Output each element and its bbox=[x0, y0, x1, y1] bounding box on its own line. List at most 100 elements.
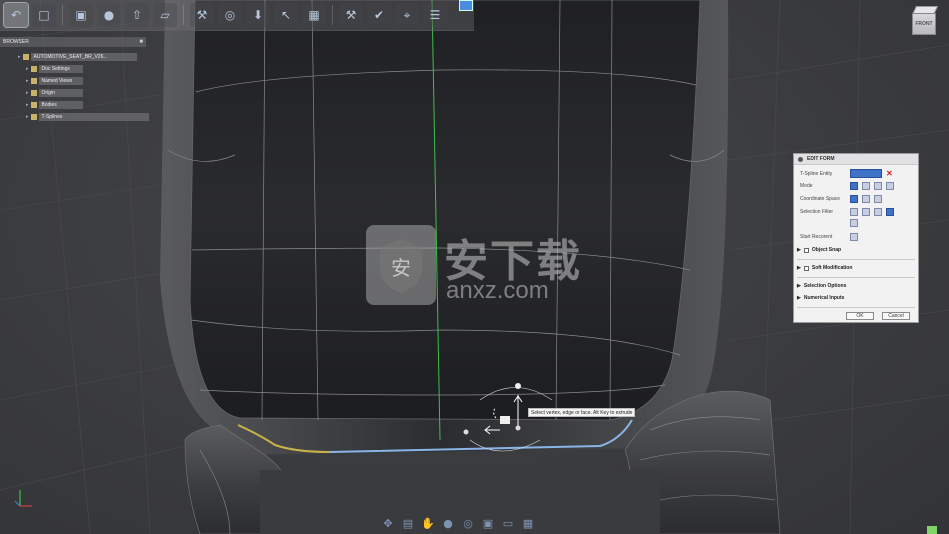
plane-icon: ▱ bbox=[160, 8, 170, 22]
divider bbox=[797, 307, 915, 308]
viewcube-front-face[interactable]: FRONT bbox=[912, 13, 936, 35]
expand-arrow-icon[interactable]: ▸ bbox=[26, 78, 29, 84]
svg-text:安: 安 bbox=[391, 256, 411, 280]
browser-tree-item[interactable]: ▸ Named Views bbox=[26, 76, 83, 85]
ok-button[interactable]: OK bbox=[846, 312, 874, 320]
tree-item-label: T-Splines bbox=[38, 112, 149, 121]
filter-body-icon[interactable] bbox=[886, 208, 894, 216]
start-recorent-icon[interactable] bbox=[850, 233, 858, 241]
sketch-button[interactable]: □ bbox=[32, 3, 56, 27]
finish-icon: ✔ bbox=[373, 8, 385, 22]
selection-tooltip: Select vertex, edge or face. Alt Key to … bbox=[528, 408, 636, 417]
expand-arrow-icon[interactable]: ▸ bbox=[26, 90, 29, 96]
coord-world-icon[interactable] bbox=[850, 195, 858, 203]
modify-icon: ⚒ bbox=[196, 8, 208, 22]
clear-selection-icon[interactable]: ✕ bbox=[886, 169, 893, 178]
mode-translate-icon[interactable] bbox=[850, 182, 858, 190]
tree-item-label: Doc Settings bbox=[38, 64, 83, 73]
browser-tree-item[interactable]: ▸ Origin bbox=[26, 88, 83, 97]
watermark: 安 安下载 anxz.com bbox=[366, 225, 586, 305]
divider bbox=[797, 277, 915, 278]
object-snap-section[interactable]: ▶ Object Snap bbox=[797, 247, 841, 253]
utilities-icon: ⚒ bbox=[345, 8, 357, 22]
insert-button[interactable]: ⬇ bbox=[246, 3, 270, 27]
selection-options-label: Selection Options bbox=[803, 283, 847, 289]
finish-button[interactable]: ✔ bbox=[367, 3, 391, 27]
tree-item-label: Named Views bbox=[38, 76, 83, 85]
layers-button[interactable]: ☰ bbox=[423, 3, 447, 27]
mode-all-icon[interactable] bbox=[886, 182, 894, 190]
fit-icon[interactable]: ◎ bbox=[460, 516, 476, 530]
browser-tree-item[interactable]: ▸ Bodies bbox=[26, 100, 83, 109]
expand-arrow-icon[interactable]: ▸ bbox=[26, 102, 29, 108]
look-icon[interactable]: ✋ bbox=[420, 516, 436, 530]
snap-button[interactable]: ⌖ bbox=[395, 3, 419, 27]
browser-collapse-icon[interactable]: ■ bbox=[139, 39, 143, 45]
row-label: Selection Filter bbox=[800, 209, 834, 215]
plane-button[interactable]: ▱ bbox=[153, 3, 177, 27]
orbit-icon[interactable]: ✥ bbox=[380, 516, 396, 530]
soft-modification-checkbox[interactable] bbox=[803, 265, 809, 271]
viewports-icon[interactable]: ▦ bbox=[520, 516, 536, 530]
coord-local-icon[interactable] bbox=[874, 195, 882, 203]
filter-all-icon[interactable] bbox=[850, 219, 858, 227]
status-indicator-icon bbox=[927, 526, 937, 534]
grid-icon[interactable]: ▭ bbox=[500, 516, 516, 530]
watermark-shield-logo: 安 bbox=[366, 225, 436, 305]
select-icon: ↖ bbox=[280, 8, 292, 22]
expand-arrow-icon: ▶ bbox=[797, 265, 801, 271]
edit-form-panel: EDIT FORM T-Spline Entity ✕ Mode Coordin… bbox=[793, 153, 919, 323]
browser-header[interactable]: BROWSER ■ bbox=[0, 37, 146, 47]
expand-arrow-icon[interactable]: ▸ bbox=[26, 66, 29, 72]
inspect-button[interactable]: ◎ bbox=[218, 3, 242, 27]
navigation-bar: ✥ ▤ ✋ ● ◎ ▣ ▭ ▦ bbox=[380, 514, 536, 532]
numerical-inputs-section[interactable]: ▶ Numerical Inputs bbox=[797, 295, 844, 301]
tree-item-label: Origin bbox=[38, 88, 83, 97]
folder-icon bbox=[30, 101, 37, 108]
tree-item-label: AUTOMOTIVE_SEAT_BR_V26... bbox=[30, 52, 137, 61]
utilities-button[interactable]: ⚒ bbox=[339, 3, 363, 27]
filter-edge-icon[interactable] bbox=[862, 208, 870, 216]
mode-scale-icon[interactable] bbox=[874, 182, 882, 190]
object-snap-checkbox[interactable] bbox=[803, 247, 809, 253]
expand-arrow-icon[interactable]: ▸ bbox=[18, 54, 21, 60]
folder-icon bbox=[30, 65, 37, 72]
pull-icon: ⇧ bbox=[131, 8, 143, 22]
row-tspline-entity: T-Spline Entity ✕ bbox=[800, 169, 893, 178]
browser-tree-item[interactable]: ▸ AUTOMOTIVE_SEAT_BR_V26... bbox=[18, 52, 137, 61]
selection-indicator-icon bbox=[459, 0, 473, 11]
viewcube[interactable]: FRONT bbox=[908, 3, 942, 37]
edit-form-header[interactable]: EDIT FORM bbox=[794, 154, 918, 165]
mode-rotate-icon[interactable] bbox=[862, 182, 870, 190]
sphere-button[interactable]: ● bbox=[97, 3, 121, 27]
browser-tree-item[interactable]: ▸ Doc Settings bbox=[26, 64, 83, 73]
coord-view-icon[interactable] bbox=[862, 195, 870, 203]
toolbar-separator bbox=[332, 5, 333, 25]
folder-icon bbox=[22, 53, 29, 60]
soft-modification-section[interactable]: ▶ Soft Modification bbox=[797, 265, 852, 271]
box-icon: ▣ bbox=[75, 8, 87, 22]
expand-arrow-icon: ▶ bbox=[797, 295, 801, 301]
display-button[interactable]: ▦ bbox=[302, 3, 326, 27]
sphere-icon: ● bbox=[103, 8, 115, 22]
box-button[interactable]: ▣ bbox=[69, 3, 93, 27]
browser-panel: BROWSER ■ bbox=[0, 37, 146, 47]
cancel-button[interactable]: Cancel bbox=[882, 312, 910, 320]
display-settings-icon[interactable]: ▣ bbox=[480, 516, 496, 530]
zoom-icon[interactable]: ● bbox=[440, 516, 456, 530]
select-button[interactable]: ↖ bbox=[274, 3, 298, 27]
entity-selector-button[interactable] bbox=[850, 169, 882, 178]
selection-options-section[interactable]: ▶ Selection Options bbox=[797, 283, 846, 289]
expand-arrow-icon[interactable]: ▸ bbox=[26, 114, 29, 120]
browser-tree-item[interactable]: ▸ T-Splines bbox=[26, 112, 149, 121]
filter-face-icon[interactable] bbox=[874, 208, 882, 216]
modify-button[interactable]: ⚒ bbox=[190, 3, 214, 27]
pan-icon[interactable]: ▤ bbox=[400, 516, 416, 530]
numerical-inputs-label: Numerical Inputs bbox=[803, 295, 845, 301]
undo-button[interactable]: ↶ bbox=[3, 2, 29, 28]
watermark-en: anxz.com bbox=[446, 277, 549, 304]
browser-header-label: BROWSER bbox=[3, 39, 29, 45]
pull-button[interactable]: ⇧ bbox=[125, 3, 149, 27]
toolbar-separator bbox=[62, 5, 63, 25]
filter-vertex-icon[interactable] bbox=[850, 208, 858, 216]
